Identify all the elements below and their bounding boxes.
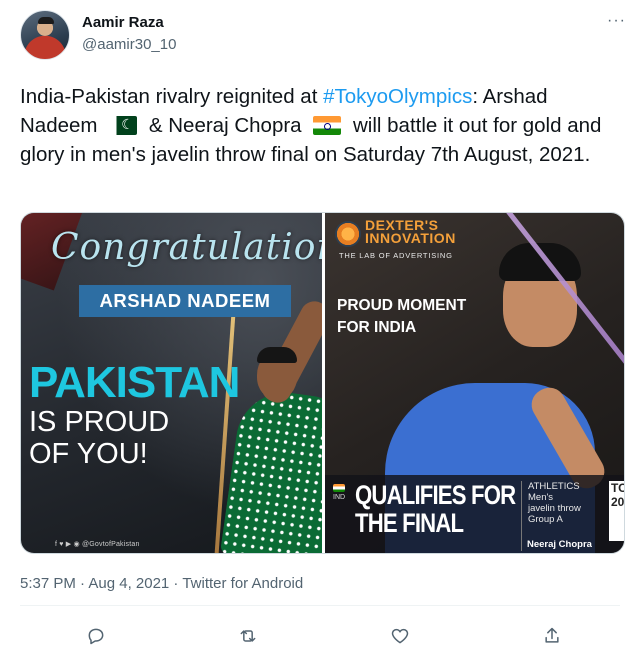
proud-subline: IS PROUD OF YOU! — [29, 406, 169, 470]
media-gallery[interactable]: Congratulation ARSHAD NADEEM PAKISTAN IS… — [20, 212, 625, 554]
ind-label: IND — [333, 494, 346, 501]
athlete-name-banner: ARSHAD NADEEM — [79, 285, 291, 317]
qualifies-line-2: THE FINAL — [355, 508, 464, 538]
qualifies-line-1: QUALIFIES FOR — [355, 480, 516, 510]
headline-line-2: FOR INDIA — [337, 319, 417, 336]
avatar[interactable] — [20, 10, 70, 60]
divider — [20, 605, 620, 606]
proud-line-1: IS PROUD — [29, 406, 170, 438]
media-image-right[interactable]: DEXTER'S INNOVATION THE LAB OF ADVERTISI… — [325, 213, 625, 553]
brand-logo-icon — [335, 221, 361, 247]
tweet: Aamir Raza @aamir30_10 ··· India-Pakista… — [0, 0, 640, 660]
india-flag-icon — [313, 116, 342, 135]
headline-line-1: PROUD MOMENT — [337, 297, 467, 314]
proud-moment-headline: PROUD MOMENT FOR INDIA — [337, 295, 466, 339]
more-options-icon[interactable]: ··· — [607, 12, 626, 30]
brand-tagline: THE LAB OF ADVERTISING — [339, 251, 453, 260]
athlete-jersey — [219, 386, 322, 553]
qualifies-headline: QUALIFIES FOR THE FINAL — [355, 480, 516, 538]
user-handle[interactable]: @aamir30_10 — [82, 36, 176, 53]
tweet-text-part: India-Pakistan rivalry reignited at — [20, 85, 324, 108]
brand-name: DEXTER'S INNOVATION — [365, 218, 456, 246]
reply-icon — [88, 628, 104, 645]
pakistan-flag-icon — [109, 116, 138, 135]
event-line: javelin throw — [528, 503, 581, 514]
congratulation-title: Congratulation — [51, 227, 322, 268]
heart-icon — [391, 628, 409, 644]
brand-line-2: INNOVATION — [365, 230, 456, 246]
avatar-hair — [38, 17, 54, 24]
athlete-name: Neeraj Chopra — [527, 539, 592, 550]
like-button[interactable] — [386, 622, 414, 650]
event-line: ATHLETICS — [528, 481, 580, 492]
reply-button[interactable] — [82, 622, 110, 650]
proud-line-2: OF YOU! — [29, 438, 148, 470]
event-line: Group A — [528, 514, 563, 525]
ind-tag: IND — [333, 483, 345, 503]
share-button[interactable] — [538, 622, 566, 650]
tokyo-line-1: TO — [611, 481, 624, 495]
tweet-text: India-Pakistan rivalry reignited at #Tok… — [20, 82, 620, 169]
tweet-timestamp[interactable]: 5:37 PM · Aug 4, 2021 · Twitter for Andr… — [20, 575, 303, 592]
media-image-left[interactable]: Congratulation ARSHAD NADEEM PAKISTAN IS… — [21, 213, 322, 553]
social-footer: f ♥ ▶ ◉ @GovtofPakistan — [55, 541, 140, 548]
athlete-hair — [257, 347, 297, 363]
hashtag-link[interactable]: #TokyoOlympics — [323, 85, 472, 108]
display-name[interactable]: Aamir Raza — [82, 14, 164, 31]
pakistan-headline: PAKISTAN — [29, 358, 240, 407]
share-icon — [545, 627, 559, 643]
tweet-text-part: & Neeraj Chopra — [143, 114, 308, 137]
tokyo-logo: TO 20 — [609, 481, 625, 541]
event-line: Men's — [528, 492, 554, 503]
tokyo-line-2: 20 — [611, 495, 625, 509]
tweet-text-part: will battle it out for gold and glory in… — [20, 114, 602, 166]
india-flag-icon — [333, 484, 346, 492]
retweet-button[interactable] — [234, 622, 262, 650]
retweet-icon — [240, 630, 256, 642]
action-bar — [0, 622, 640, 650]
